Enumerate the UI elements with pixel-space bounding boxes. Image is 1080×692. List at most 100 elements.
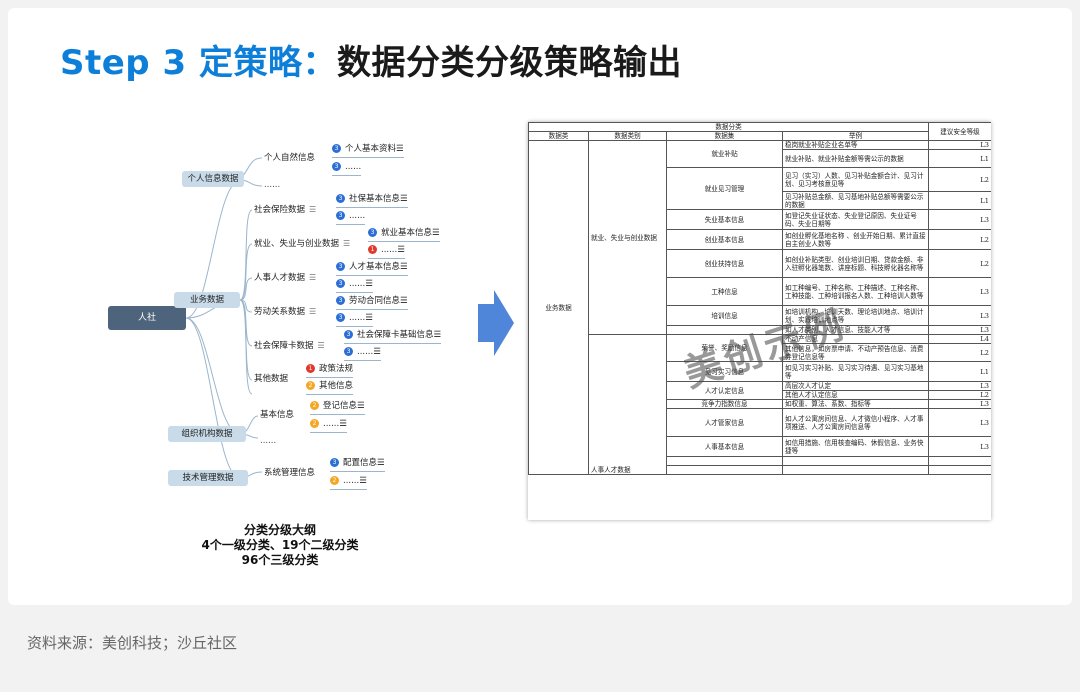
mindmap-leaf-ellipsis: 3 ......☰ [344,347,381,361]
table-level: L3 [928,408,991,437]
table-level: L2 [928,390,991,400]
mindmap-ellipsis: ...... [264,180,281,190]
table-header: 数据集 [666,131,783,141]
mindmap-leaf-register: 2 登记信息☰ [310,401,365,415]
table-header-level: 建议安全等级 [928,122,991,141]
mindmap-l2-natural: 个人自然信息 [264,153,316,163]
title-main: 数据分类分级策略输出 [336,43,682,83]
table-level: L2 [928,167,991,192]
table-level: L3 [928,399,991,409]
mindmap-leaf-ellipsis: 2 ......☰ [310,419,347,433]
mindmap-leaf-config: 3 配置信息☰ [330,458,385,472]
table-example: 稳岗就业补贴企业名单等 [782,140,929,150]
mindmap-l2-employment: 就业、失业与创业数据 ☰ [254,239,351,249]
table-example: 如创业孵化基地名称 、创业开始日期、累计直接自主创业人数等 [782,229,929,250]
level-badge-icon: 3 [336,194,345,203]
table-level: L3 [928,305,991,326]
table-header: 数据类别 [588,131,667,141]
table-data-class: 业务数据 [528,140,589,475]
table-level: L3 [928,436,991,457]
title-step: Step 3 定策略： [60,43,337,83]
level-badge-icon: 1 [306,364,315,373]
mindmap-leaf-ellipsis: 3...... [336,211,366,225]
mindmap-l1-personal: 个人信息数据 [182,171,244,187]
table-example: 见习（实习）人数、见习补贴金额合计、见习计划、见习考核意见等 [782,167,929,192]
table-level: L3 [928,325,991,335]
table-example: 高层次人才认定 [782,381,929,391]
mindmap-root: 人社 [108,306,186,330]
table-example: 见习补贴总金额、见习基地补贴总额等需要公示的数据 [782,191,929,210]
classification-table: 数据分类 建议安全等级 数据类 数据类别 数据集 举例 业务数据 就业、失业与创… [528,122,991,475]
table-example: 如人才公寓房间信息、人才微信小程序、人才事项推送、人才公寓房间信息等 [782,408,929,437]
level-badge-icon: 3 [330,458,339,467]
table-dataset: 工种信息 [666,277,783,306]
mindmap-leaf-basic-profile: 3 个人基本资料☰ [332,144,404,158]
mindmap-leaf-talent-basic: 3 人才基本信息☰ [336,262,408,276]
source-note: 资料来源：美创科技；沙丘社区 [27,634,238,652]
table-category: 人事人才数据 [588,334,667,475]
mindmap-leaf-ellipsis: 3 ......☰ [336,313,373,327]
mindmap-caption: 分类分级大纲 4个一级分类、19个二级分类 96个三级分类 [201,523,359,567]
level-badge-icon: 3 [332,162,341,171]
level-badge-icon: 1 [368,245,377,254]
mindmap-l2-social: 社会保险数据 ☰ [254,205,317,215]
table-dataset: 人事基本信息 [666,436,783,457]
level-badge-icon: 3 [336,279,345,288]
mindmap-leaf-ellipsis: 1 ......☰ [368,245,405,259]
table-level: L1 [928,149,991,168]
table-level: L4 [928,334,991,344]
mindmap-leaf-policy: 1 政策法规 [306,364,354,378]
table-level: L2 [928,249,991,278]
table-level: L2 [928,343,991,362]
mindmap-l2-card: 社会保障卡数据 ☰ [254,341,325,351]
table-dataset: 就业见习管理 [666,167,783,210]
mindmap-leaf-labor-contract: 3 劳动合同信息☰ [336,296,408,310]
right-arrow-icon [478,290,514,356]
table-example: 就业补贴、就业补贴金额等需公示的数据 [782,149,929,168]
table-example: 如工种编号、工种名称、工种描述、工种名称、工种技能、工种培训报名人数、工种培训人… [782,277,929,306]
level-badge-icon: 3 [332,144,341,153]
level-badge-icon: 3 [344,330,353,339]
table-example: 如登记失业证状态、失业登记原因、失业证号码、失业日期等 [782,209,929,230]
level-badge-icon: 3 [336,296,345,305]
table-dataset: 竞争力指数信息 [666,399,783,409]
mindmap-l2-labor: 劳动关系数据 ☰ [254,307,317,317]
level-badge-icon: 2 [330,476,339,485]
table-level: L1 [928,361,991,382]
mindmap-leaf-card-basic: 3 社会保障卡基础信息☰ [344,330,442,344]
mindmap-l1-tech: 技术管理数据 [168,470,248,486]
mindmap-leaf-ellipsis: 2 ......☰ [330,476,367,490]
table-header: 数据类 [528,131,589,141]
table-level: L3 [928,381,991,391]
level-badge-icon: 2 [310,419,319,428]
mindmap-ellipsis: ...... [260,436,277,446]
level-badge-icon: 3 [336,211,345,220]
mindmap-l2-other: 其他数据 [254,374,289,384]
table-level: L3 [928,140,991,150]
mindmap-l1-org: 组织机构数据 [168,426,246,442]
mindmap-l1-business: 业务数据 [174,292,240,308]
mindmap-l2-basic: 基本信息 [260,410,295,420]
table-level: L3 [928,209,991,230]
table-dataset: 人才管家信息 [666,408,783,437]
table-category: 就业、失业与创业数据 [588,140,667,335]
table-level: L2 [928,229,991,250]
table-level: L3 [928,277,991,306]
mindmap-l2-sysmgmt: 系统管理信息 [264,468,316,478]
level-badge-icon: 2 [310,401,319,410]
mindmap-leaf-ellipsis: 3 ......☰ [336,279,373,293]
table-example: 如见习实习补贴、见习实习待遇、见习实习基地等 [782,361,929,382]
table-header: 举例 [782,131,929,141]
mindmap-leaf-employment-basic: 3 就业基本信息☰ [368,228,440,242]
mind-map: 人社 个人信息数据 业务数据 组织机构数据 技术管理数据 个人自然信息 ....… [100,138,442,503]
level-badge-icon: 3 [336,262,345,271]
table-dataset: 就业补贴 [666,140,783,168]
table-example: 如创业补贴类型、创业培训日期、贷款金额、非入驻孵化器笔数、讲座标题、科技孵化器名… [782,249,929,278]
level-badge-icon: 3 [368,228,377,237]
level-badge-icon: 2 [306,381,315,390]
mindmap-leaf-other-info: 2 其他信息 [306,381,354,395]
mindmap-l2-talent: 人事人才数据 ☰ [254,273,317,283]
table-example: 如信用措施、信用核查编码、休假信息、业务快捷等 [782,436,929,457]
table-dataset: 失业基本信息 [666,209,783,230]
mindmap-leaf-ellipsis: 3...... [332,162,362,176]
